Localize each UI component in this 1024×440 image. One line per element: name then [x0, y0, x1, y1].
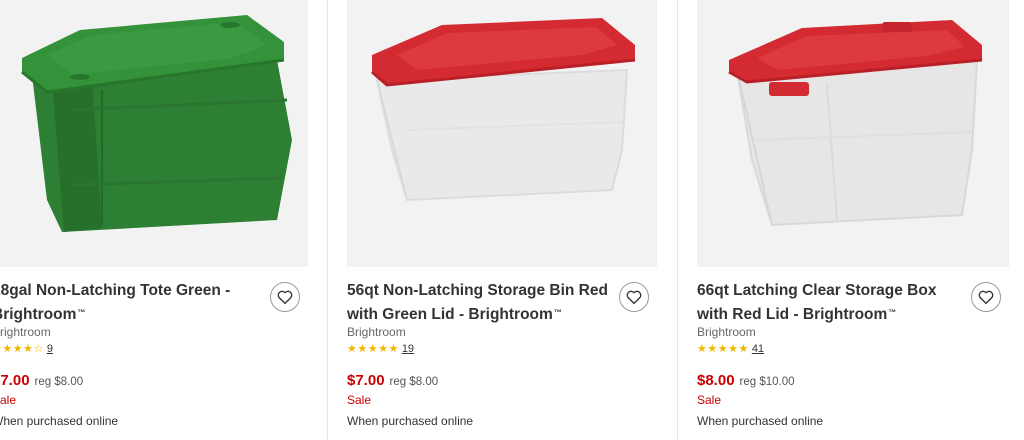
review-count[interactable]: 9: [47, 343, 53, 355]
green-tote-image: [0, 0, 308, 267]
favorite-button[interactable]: [270, 282, 300, 312]
sale-price: $8.00: [697, 372, 735, 389]
product-brand[interactable]: Brightroom: [0, 325, 51, 339]
regular-price: reg $8.00: [389, 376, 439, 388]
product-title[interactable]: 66qt Latching Clear Storage Box with Red…: [697, 280, 965, 326]
sale-label: Sale: [697, 393, 722, 407]
latching-box-image: [697, 0, 1009, 267]
rating[interactable]: ★★★★★ 19: [347, 342, 414, 356]
sale-label: Sale: [0, 393, 17, 407]
purchase-note: When purchased online: [0, 414, 119, 428]
product-brand[interactable]: Brightroom: [697, 325, 756, 339]
purchase-note: When purchased online: [347, 414, 474, 428]
product-card[interactable]: 56qt Non-Latching Storage Bin Red with G…: [347, 0, 657, 440]
star-rating-icon: ★★★★★: [697, 343, 749, 355]
product-brand[interactable]: Brightroom: [347, 325, 406, 339]
card-divider: [327, 0, 328, 440]
price-row: $8.00 reg $10.00: [697, 372, 795, 389]
star-rating-icon: ★★★★☆: [0, 343, 44, 355]
product-title[interactable]: 56qt Non-Latching Storage Bin Red with G…: [347, 280, 615, 326]
product-card[interactable]: 66qt Latching Clear Storage Box with Red…: [697, 0, 1009, 440]
price-row: $7.00 reg $8.00: [0, 372, 83, 389]
star-rating-icon: ★★★★★: [347, 343, 399, 355]
product-image[interactable]: [347, 0, 657, 267]
sale-price: $7.00: [0, 372, 30, 389]
product-grid: 18gal Non-Latching Tote Green - Brightro…: [0, 0, 1024, 440]
heart-outline-icon: [978, 290, 994, 305]
heart-outline-icon: [626, 290, 642, 305]
sale-label: Sale: [347, 393, 372, 407]
review-count[interactable]: 41: [752, 343, 764, 355]
product-title[interactable]: 18gal Non-Latching Tote Green - Brightro…: [0, 280, 260, 326]
regular-price: reg $8.00: [34, 376, 84, 388]
favorite-button[interactable]: [971, 282, 1001, 312]
red-lid-bin-image: [347, 0, 657, 267]
card-divider: [677, 0, 678, 440]
purchase-note: When purchased online: [697, 414, 824, 428]
rating[interactable]: ★★★★☆ 9: [0, 342, 53, 356]
review-count[interactable]: 19: [402, 343, 414, 355]
product-card[interactable]: 18gal Non-Latching Tote Green - Brightro…: [0, 0, 308, 440]
favorite-button[interactable]: [619, 282, 649, 312]
product-image[interactable]: [697, 0, 1009, 267]
product-image[interactable]: [0, 0, 308, 267]
sale-price: $7.00: [347, 372, 385, 389]
heart-outline-icon: [277, 290, 293, 305]
rating[interactable]: ★★★★★ 41: [697, 342, 764, 356]
price-row: $7.00 reg $8.00: [347, 372, 438, 389]
regular-price: reg $10.00: [739, 376, 795, 388]
